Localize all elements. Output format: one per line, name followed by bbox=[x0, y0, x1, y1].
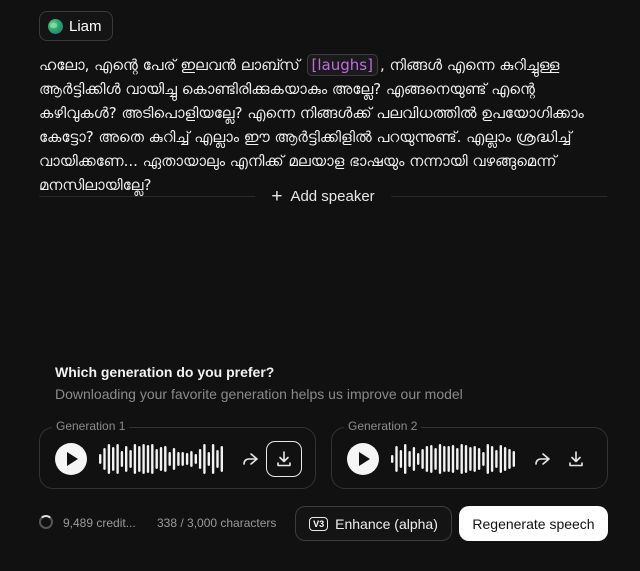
waveform-bar bbox=[194, 454, 197, 464]
waveform-bar bbox=[164, 446, 167, 472]
waveform-bar bbox=[456, 448, 459, 470]
share-icon[interactable] bbox=[531, 448, 553, 470]
waveform-bar bbox=[430, 445, 433, 473]
waveform[interactable] bbox=[98, 442, 224, 476]
waveform-bar bbox=[120, 451, 124, 467]
divider-left bbox=[39, 195, 256, 197]
waveform-bar bbox=[125, 446, 128, 472]
regenerate-button[interactable]: Regenerate speech bbox=[459, 506, 608, 541]
credits-spinner-icon bbox=[39, 515, 53, 529]
generation-label: Generation 1 bbox=[52, 419, 130, 433]
waveform-bar bbox=[421, 449, 424, 469]
waveform-bar bbox=[408, 451, 411, 467]
waveform-bar bbox=[168, 452, 171, 466]
waveform-bar bbox=[495, 450, 498, 468]
speaker-name: Liam bbox=[69, 17, 102, 35]
waveform-bar bbox=[198, 449, 202, 469]
waveform-bar bbox=[207, 452, 210, 466]
script-text-rest: , നിങ്ങൾ എന്നെ കുറിച്ചുള്ള ആർട്ടിക്കിൾ വ… bbox=[39, 56, 584, 194]
generation-card-1: Generation 1 bbox=[39, 419, 316, 489]
waveform-bar bbox=[151, 444, 154, 474]
share-icon[interactable] bbox=[239, 448, 261, 470]
waveform-bar bbox=[129, 450, 132, 468]
waveform-bar bbox=[142, 444, 145, 474]
add-speaker-button[interactable]: + Add speaker bbox=[255, 187, 390, 206]
footer-bar: 9,489 credit... 338 / 3,000 characters V… bbox=[0, 506, 640, 542]
waveform-bar bbox=[391, 455, 394, 463]
waveform-bar bbox=[499, 445, 502, 473]
waveform-bar bbox=[434, 448, 437, 470]
waveform-bar bbox=[508, 449, 511, 469]
waveform-bar bbox=[216, 450, 219, 468]
prefer-title: Which generation do you prefer? bbox=[55, 364, 275, 380]
waveform-bar bbox=[190, 451, 193, 467]
waveform-bar bbox=[155, 449, 158, 469]
play-button[interactable] bbox=[347, 443, 379, 475]
waveform-bar bbox=[486, 444, 489, 474]
waveform-bar bbox=[464, 445, 468, 473]
waveform-bar bbox=[482, 452, 485, 466]
waveform-bar bbox=[112, 447, 115, 471]
waveform-bar bbox=[172, 448, 176, 470]
download-button[interactable] bbox=[266, 441, 302, 477]
script-text-start: ഹലോ, എന്റെ പേര് ഇലവൻ ലാബ്സ് bbox=[39, 56, 305, 74]
add-speaker-row: + Add speaker bbox=[39, 184, 607, 208]
generation-card-2: Generation 2 bbox=[331, 419, 608, 489]
download-icon[interactable] bbox=[565, 448, 587, 470]
waveform[interactable] bbox=[390, 442, 516, 476]
waveform-bar bbox=[211, 444, 215, 474]
generation-label: Generation 2 bbox=[344, 419, 422, 433]
v3-badge: V3 bbox=[309, 516, 329, 531]
enhance-label: Enhance (alpha) bbox=[335, 515, 438, 532]
waveform-bar bbox=[425, 446, 429, 472]
waveform-bar bbox=[412, 447, 416, 471]
waveform-bar bbox=[116, 444, 119, 474]
waveform-bar bbox=[177, 452, 180, 466]
waveform-bar bbox=[395, 446, 398, 472]
waveform-bar bbox=[133, 444, 137, 474]
waveform-bar bbox=[99, 454, 102, 464]
waveform-bar bbox=[185, 453, 189, 465]
character-count: 338 / 3,000 characters bbox=[157, 516, 277, 530]
waveform-bar bbox=[503, 447, 507, 471]
waveform-bar bbox=[417, 453, 420, 465]
waveform-bar bbox=[107, 444, 111, 474]
waveform-bar bbox=[447, 446, 450, 472]
waveform-bar bbox=[203, 444, 206, 474]
waveform-bar bbox=[443, 446, 446, 472]
waveform-bar bbox=[438, 444, 442, 474]
waveform-bar bbox=[138, 446, 141, 472]
waveform-bar bbox=[477, 448, 481, 470]
waveform-bar bbox=[399, 450, 403, 468]
credits-remaining[interactable]: 9,489 credit... bbox=[63, 516, 136, 530]
waveform-bar bbox=[512, 451, 515, 467]
waveform-bar bbox=[220, 446, 223, 472]
divider-right bbox=[390, 195, 607, 197]
waveform-bar bbox=[460, 444, 463, 474]
audio-tag[interactable]: [laughs] bbox=[306, 54, 378, 76]
waveform-bar bbox=[473, 446, 476, 472]
waveform-bar bbox=[146, 445, 150, 473]
plus-icon: + bbox=[271, 185, 283, 207]
download-icon bbox=[277, 451, 291, 467]
add-speaker-label: Add speaker bbox=[290, 187, 375, 205]
waveform-bar bbox=[159, 447, 163, 471]
waveform-bar bbox=[181, 452, 184, 466]
prefer-subtitle: Downloading your favorite generation hel… bbox=[55, 386, 463, 402]
waveform-bar bbox=[103, 448, 106, 470]
waveform-bar bbox=[490, 446, 494, 472]
waveform-bar bbox=[451, 445, 455, 473]
waveform-bar bbox=[469, 447, 472, 471]
script-text[interactable]: ഹലോ, എന്റെ പേര് ഇലവൻ ലാബ്സ് [laughs], നി… bbox=[39, 53, 611, 197]
play-button[interactable] bbox=[55, 443, 87, 475]
enhance-button[interactable]: V3 Enhance (alpha) bbox=[295, 506, 452, 541]
globe-icon bbox=[48, 18, 63, 34]
waveform-bar bbox=[404, 444, 407, 474]
speaker-chip[interactable]: Liam bbox=[39, 11, 113, 41]
